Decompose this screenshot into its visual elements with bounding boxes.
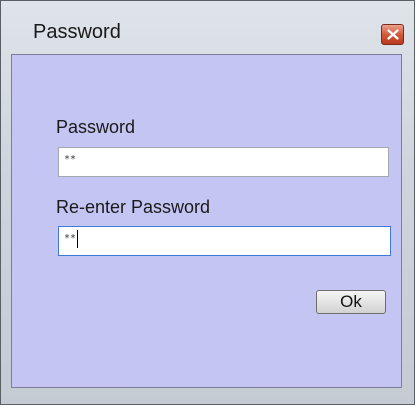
password-value: **: [64, 154, 77, 165]
reenter-password-field[interactable]: **: [58, 226, 391, 256]
title-bar[interactable]: Password: [1, 1, 414, 53]
dialog-content: Password ** Re-enter Password ** Ok: [11, 54, 402, 388]
text-caret: [77, 230, 79, 248]
password-dialog: Password Password ** Re-enter Password *…: [0, 0, 415, 405]
password-label: Password: [56, 117, 136, 137]
reenter-password-label: Re-enter Password: [56, 197, 211, 217]
reenter-password-value: **: [64, 233, 77, 244]
dialog-title: Password: [33, 21, 121, 43]
close-icon: [387, 29, 399, 40]
window-bottom-border: [1, 387, 414, 404]
ok-button[interactable]: Ok: [316, 290, 386, 314]
password-field[interactable]: **: [58, 147, 389, 177]
close-button[interactable]: [381, 24, 404, 45]
